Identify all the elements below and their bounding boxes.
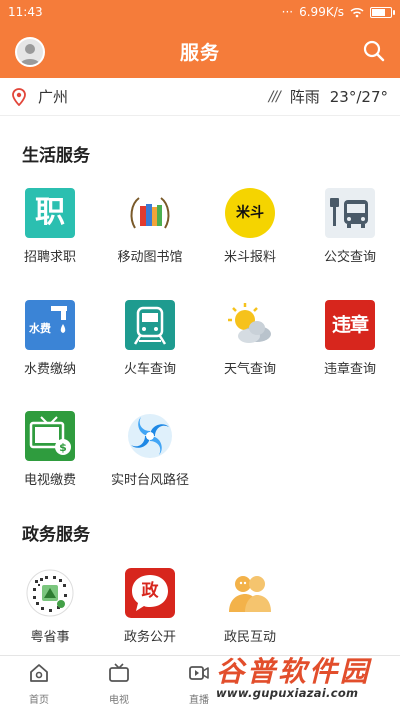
service-label: 移动图书馆 [117, 250, 183, 265]
location-pin-icon [12, 87, 26, 106]
service-label: 水费缴纳 [23, 362, 76, 377]
service-item-midou[interactable]: 米斗 米斗报料 [200, 188, 300, 265]
service-label: 实时台风路径 [110, 473, 189, 488]
weather-condition: 阵雨 [289, 88, 320, 106]
recruit-icon: 职 [25, 188, 75, 238]
midou-icon: 米斗 [225, 188, 275, 238]
service-label: 违章查询 [323, 362, 376, 377]
yueshengshi-qr-icon [25, 568, 75, 618]
signal-dots-icon: ··· [281, 5, 294, 19]
gov-open-icon: 政 [125, 568, 175, 618]
service-item-library[interactable]: 移动图书馆 [100, 188, 200, 265]
tv-icon [109, 663, 129, 682]
status-bar: 11:43 ··· 6.99K/s [0, 0, 400, 24]
service-label: 政务公开 [123, 630, 176, 645]
interaction-icon [225, 568, 275, 618]
typhoon-icon [125, 411, 175, 461]
nav-home[interactable]: 首页 [9, 662, 69, 706]
service-item-train[interactable]: 火车查询 [100, 300, 200, 377]
location-weather-bar: 广州 /// 阵雨 23°/27° [0, 78, 400, 116]
service-label: 火车查询 [123, 362, 176, 377]
service-label: 电视缴费 [23, 473, 76, 488]
service-item-violation[interactable]: 违章 违章查询 [300, 300, 400, 377]
service-item-weather[interactable]: 天气查询 [200, 300, 300, 377]
svg-text:$: $ [59, 441, 67, 454]
service-item-interaction[interactable]: 政民互动 [200, 568, 300, 645]
tv-bill-icon: $ [25, 411, 75, 461]
live-icon [189, 666, 209, 680]
wifi-icon [350, 7, 364, 17]
service-label: 公交查询 [323, 250, 376, 265]
service-label: 招聘求职 [23, 250, 76, 265]
clock: 11:43 [8, 5, 43, 19]
train-icon [125, 300, 175, 350]
service-item-tv-bill[interactable]: $ 电视缴费 [0, 411, 100, 488]
nav-label: 电视 [109, 695, 129, 706]
section-title-gov: 政务服务 [22, 525, 90, 545]
nav-tv[interactable]: 电视 [89, 662, 149, 706]
section-title-life: 生活服务 [22, 146, 90, 166]
violation-icon: 违章 [325, 300, 375, 350]
location-selector[interactable]: 广州 [12, 86, 68, 107]
service-item-recruit[interactable]: 职 招聘求职 [0, 188, 100, 265]
water-bill-icon: 水费 [25, 300, 75, 350]
service-item-water[interactable]: 水费 水费缴纳 [0, 300, 100, 377]
service-label: 米斗报料 [223, 250, 276, 265]
network-speed: 6.99K/s [299, 5, 344, 19]
city-name: 广州 [38, 88, 69, 106]
app-bar: 服务 [0, 24, 400, 78]
search-icon[interactable] [362, 39, 386, 63]
weather-info[interactable]: /// 阵雨 23°/27° [269, 86, 388, 107]
battery-icon [370, 6, 395, 18]
user-avatar-icon[interactable] [15, 37, 45, 67]
temperature: 23°/27° [329, 87, 388, 106]
site-watermark: 谷普软件园 www.gupuxiazai.com [216, 650, 396, 708]
watermark-brand: 谷普软件园 [216, 655, 372, 688]
service-label: 政民互动 [223, 630, 276, 645]
home-icon [30, 664, 48, 682]
service-item-gov-open[interactable]: 政 政务公开 [100, 568, 200, 645]
service-item-yueshengshi[interactable]: 粤省事 [0, 568, 100, 645]
page-title: 服务 [179, 41, 220, 64]
bus-icon [325, 188, 375, 238]
service-label: 粤省事 [30, 630, 70, 645]
rain-icon: /// [268, 88, 281, 105]
library-icon [125, 188, 175, 238]
service-item-bus[interactable]: 公交查询 [300, 188, 400, 265]
service-item-typhoon[interactable]: 实时台风路径 [100, 411, 200, 488]
weather-icon [225, 300, 275, 350]
service-label: 天气查询 [223, 362, 276, 377]
nav-label: 首页 [29, 695, 49, 706]
